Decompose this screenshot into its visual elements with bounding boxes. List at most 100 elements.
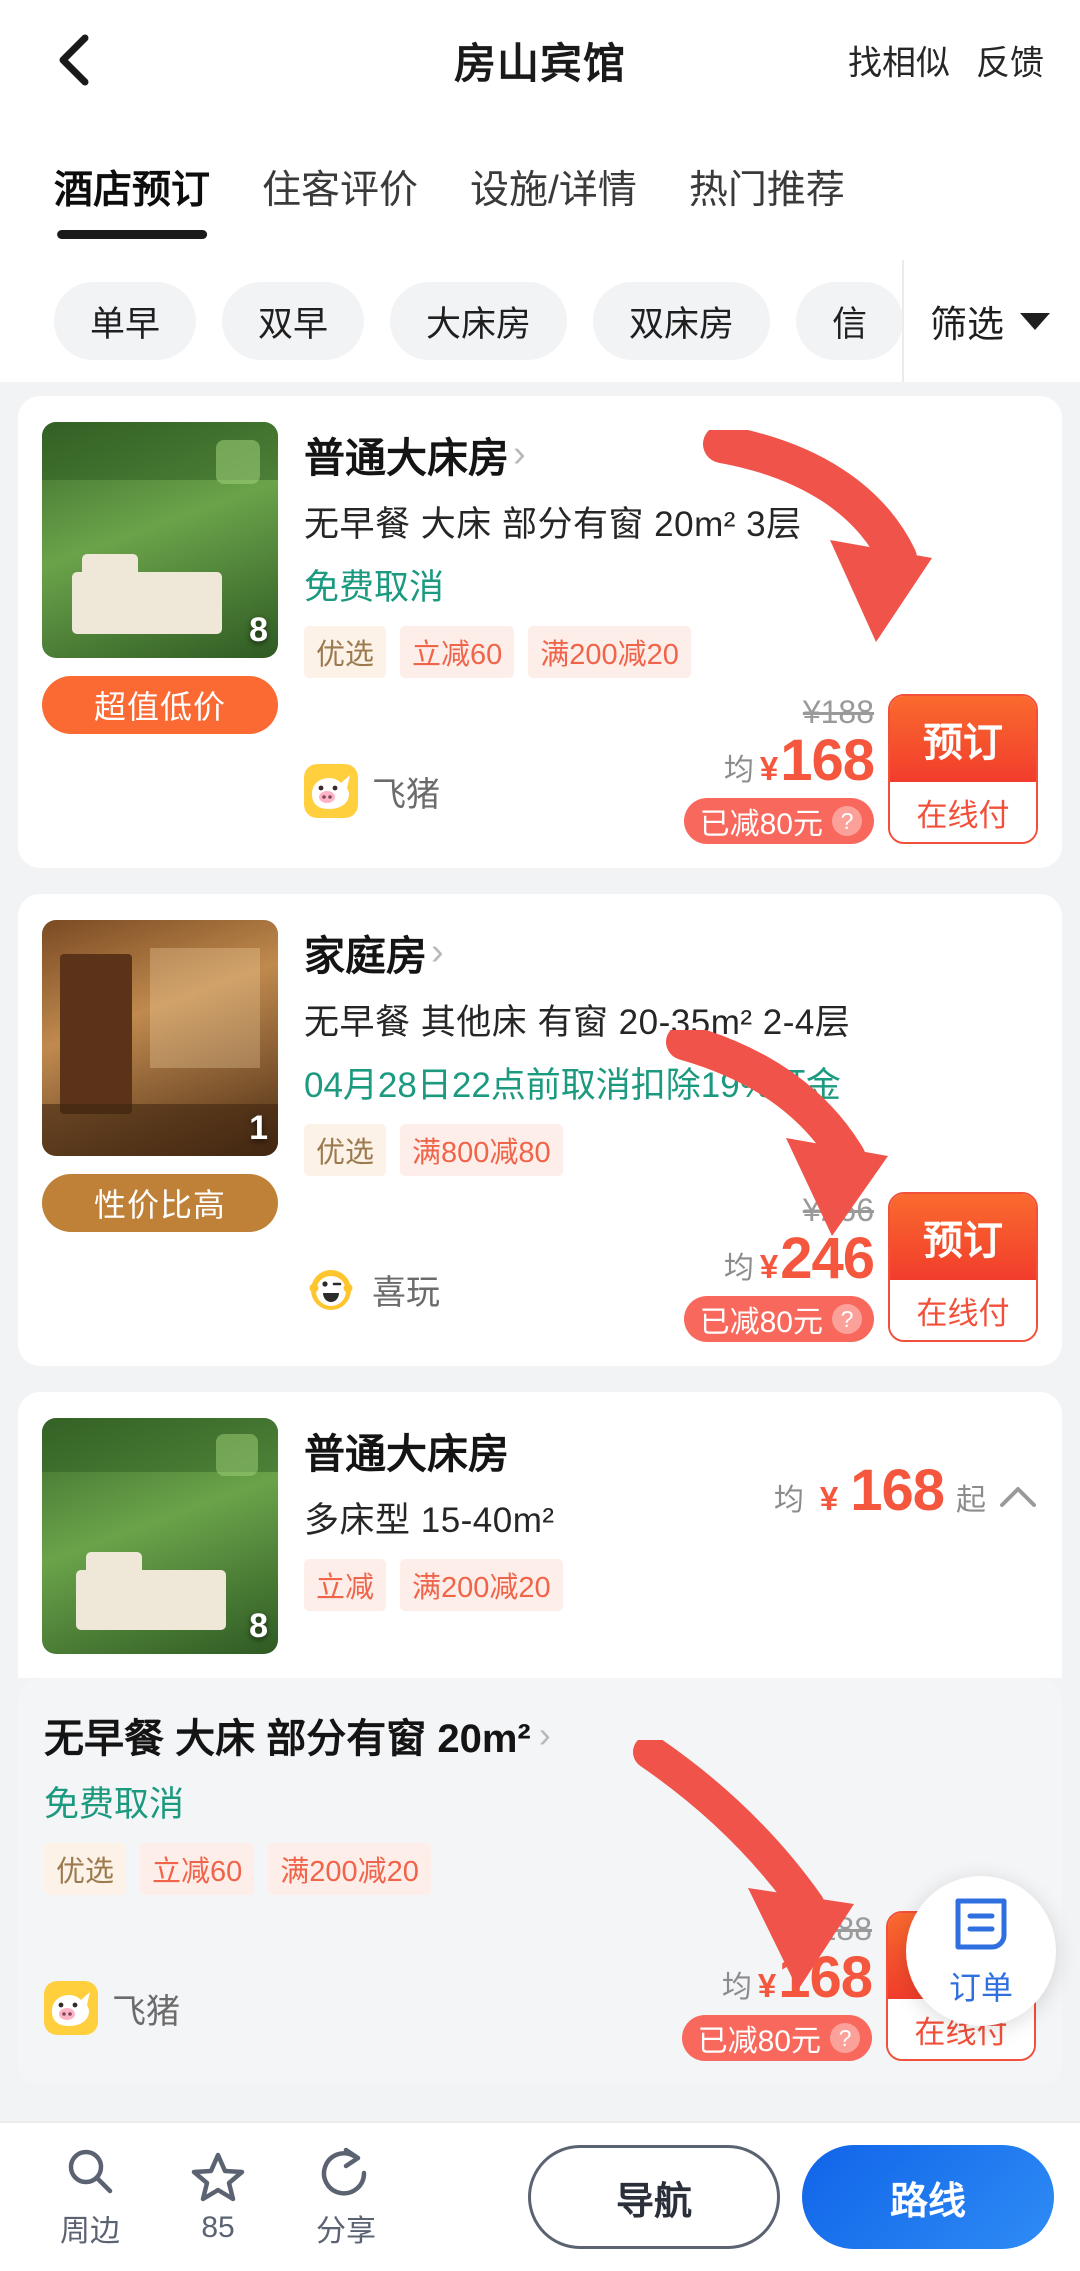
fliggy-pig-icon xyxy=(304,764,358,818)
page-header: 房山宾馆 找相似 反馈 xyxy=(0,0,1080,120)
navigate-button[interactable]: 导航 xyxy=(528,2145,780,2249)
merchant-name: 飞猪 xyxy=(112,1992,180,2031)
chevron-right-icon: › xyxy=(431,930,444,973)
share-button[interactable]: 分享 xyxy=(282,2144,410,2250)
tag-promo-2: 满200减20 xyxy=(528,626,691,678)
book-label: 预订 xyxy=(890,1194,1036,1280)
currency-symbol: ¥ xyxy=(759,1248,779,1285)
feedback-button[interactable]: 反馈 xyxy=(976,36,1044,85)
price-numbers: ¥188 均 ¥ 168 已减80元 ? xyxy=(683,694,875,844)
chevron-right-icon: › xyxy=(513,432,526,475)
room-thumb-wrapper: 8 xyxy=(42,1418,278,1654)
room-tags: 优选 立减60 满200减20 xyxy=(304,626,1038,678)
room-name-row[interactable]: 家庭房 › xyxy=(304,922,1038,982)
order-document-icon xyxy=(955,1898,1007,1950)
collapsed-room-left: 普通大床房 多床型 15-40m² 立减 满200减20 xyxy=(304,1420,563,1611)
room-card[interactable]: 1 性价比高 家庭房 › 无早餐 其他床 有窗 20-35m² 2-4层 04月… xyxy=(18,894,1062,1366)
room-photo[interactable]: 8 xyxy=(42,422,278,658)
room-meta: 无早餐 大床 部分有窗 20m² 3层 xyxy=(304,505,802,544)
room-meta: 多床型 15-40m² xyxy=(304,1501,555,1540)
room-list: 8 超值低价 普通大床房 › 无早餐 大床 部分有窗 20m² 3层 免费取消 … xyxy=(0,382,1080,1678)
nearby-button[interactable]: 周边 xyxy=(26,2144,154,2250)
filter-chip-2[interactable]: 大床房 xyxy=(390,282,568,360)
question-mark-icon[interactable]: ? xyxy=(832,1304,862,1334)
current-price: 246 xyxy=(780,1226,875,1291)
order-fab-button[interactable]: 订单 xyxy=(906,1876,1056,2026)
merchant[interactable]: 飞猪 xyxy=(44,1981,180,2061)
route-button[interactable]: 路线 xyxy=(802,2145,1054,2249)
collapsed-price[interactable]: 均 ¥ 168 起 xyxy=(774,1420,1038,1520)
filter-button[interactable]: 筛选 xyxy=(902,260,1080,382)
tag-promo-1: 立减 xyxy=(304,1559,387,1611)
photo-count: 8 xyxy=(249,1607,268,1645)
tab-booking[interactable]: 酒店预订 xyxy=(54,159,210,221)
order-fab-label: 订单 xyxy=(948,1970,1013,2006)
saved-label: 已减80元 xyxy=(699,1306,823,1339)
room-meta: 无早餐 其他床 有窗 20-35m² 2-4层 xyxy=(304,1003,851,1042)
photo-count: 8 xyxy=(249,611,268,649)
rate-plan-title-row[interactable]: 无早餐 大床 部分有窗 20m² › xyxy=(44,1706,1036,1764)
price-block: ¥266 均 ¥ 246 已减80元 ? 预订 在线付 xyxy=(683,1191,1038,1342)
book-button[interactable]: 预订 在线付 xyxy=(888,694,1038,844)
room-name: 普通大床房 xyxy=(304,435,509,481)
avg-label: 均 xyxy=(773,1484,804,1517)
room-photo[interactable]: 1 xyxy=(42,920,278,1156)
xiwan-face-icon xyxy=(304,1262,358,1316)
filter-chip-3[interactable]: 双床房 xyxy=(593,282,771,360)
bottom-buttons: 导航 路线 xyxy=(528,2145,1054,2249)
room-info: 家庭房 › 无早餐 其他床 有窗 20-35m² 2-4层 04月28日22点前… xyxy=(304,920,1038,1342)
tag-preferred: 优选 xyxy=(304,1124,387,1176)
filter-label: 筛选 xyxy=(930,304,1004,345)
saved-badge[interactable]: 已减80元 ? xyxy=(681,2015,872,2061)
filter-chip-4[interactable]: 信 xyxy=(796,282,904,360)
favorite-button[interactable]: 85 xyxy=(154,2149,282,2245)
current-price-line: 均 ¥ 168 xyxy=(682,1945,873,2010)
filter-bar: 单早 双早 大床房 双床房 信 筛选 xyxy=(0,260,1080,382)
tab-popular[interactable]: 热门推荐 xyxy=(689,159,845,221)
bottom-action-bar: 周边 85 分享 导航 路线 xyxy=(0,2121,1080,2271)
filter-chip-0[interactable]: 单早 xyxy=(54,282,197,360)
room-name-row[interactable]: 普通大床房 xyxy=(304,1420,563,1480)
tab-reviews[interactable]: 住客评价 xyxy=(262,159,418,221)
tag-preferred: 优选 xyxy=(44,1843,127,1895)
saved-label: 已减80元 xyxy=(697,2025,821,2058)
avg-label: 均 xyxy=(721,1971,752,2004)
merchant[interactable]: 喜玩 xyxy=(304,1262,440,1342)
original-price: ¥266 xyxy=(802,1191,874,1228)
cancel-policy: 04月28日22点前取消扣除19%订金 xyxy=(304,1066,841,1105)
chevron-right-icon: › xyxy=(538,1714,551,1755)
tag-promo-1: 立减60 xyxy=(140,1843,255,1895)
room-thumb-wrapper: 8 超值低价 xyxy=(42,422,278,844)
filter-chip-scroller[interactable]: 单早 双早 大床房 双床房 信 xyxy=(0,282,904,360)
room-card[interactable]: 8 超值低价 普通大床房 › 无早餐 大床 部分有窗 20m² 3层 免费取消 … xyxy=(18,396,1062,868)
merchant[interactable]: 飞猪 xyxy=(304,764,440,844)
rate-plan-row[interactable]: 无早餐 大床 部分有窗 20m² › 免费取消 优选 立减60 满200减20 xyxy=(18,1678,1062,2085)
header-actions: 找相似 反馈 xyxy=(848,36,1044,85)
room-photo[interactable]: 8 xyxy=(42,1418,278,1654)
question-mark-icon[interactable]: ? xyxy=(830,2023,860,2053)
original-price: ¥188 xyxy=(800,1910,872,1947)
filter-chip-1[interactable]: 双早 xyxy=(222,282,365,360)
favorite-count: 85 xyxy=(201,2211,235,2244)
find-similar-button[interactable]: 找相似 xyxy=(848,36,950,85)
currency-symbol: ¥ xyxy=(757,1967,777,2004)
share-icon xyxy=(321,2147,367,2196)
saved-badge[interactable]: 已减80元 ? xyxy=(683,798,874,844)
tag-promo-1: 满800减80 xyxy=(400,1124,563,1176)
value-ribbon: 性价比高 xyxy=(42,1174,278,1232)
room-tags: 优选 满800减80 xyxy=(304,1124,1038,1176)
merchant-name: 喜玩 xyxy=(372,1273,440,1312)
pay-label: 在线付 xyxy=(890,1280,1036,1340)
tab-bar: 酒店预订 住客评价 设施/详情 热门推荐 xyxy=(0,120,1080,260)
current-price: 168 xyxy=(778,1945,873,2010)
tab-facilities[interactable]: 设施/详情 xyxy=(470,159,637,221)
tag-promo-1: 立减60 xyxy=(400,626,515,678)
current-price-line: 均 ¥ 246 xyxy=(684,1226,875,1291)
room-info: 普通大床房 多床型 15-40m² 立减 满200减20 均 ¥ 168 起 xyxy=(304,1418,1038,1654)
room-name-row[interactable]: 普通大床房 › xyxy=(304,424,1038,484)
question-mark-icon[interactable]: ? xyxy=(832,806,862,836)
saved-badge[interactable]: 已减80元 ? xyxy=(683,1296,874,1342)
book-button[interactable]: 预订 在线付 xyxy=(888,1192,1038,1342)
chevron-up-icon[interactable] xyxy=(998,1477,1038,1517)
room-card-collapsed[interactable]: 8 普通大床房 多床型 15-40m² 立减 满200减20 均 ¥ 168 起 xyxy=(18,1392,1062,1678)
